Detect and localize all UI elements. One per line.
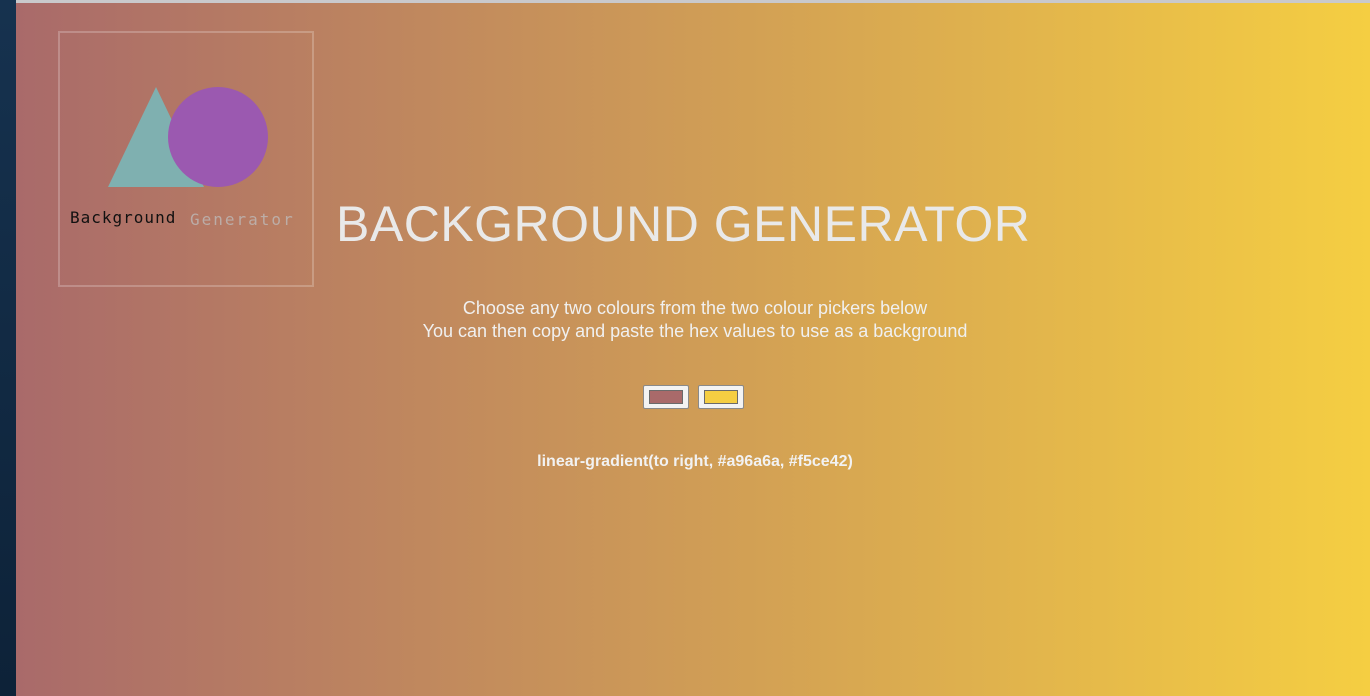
instructions-line-2: You can then copy and paste the hex valu… [422,321,968,341]
logo-word-generator: Generator [190,210,295,229]
color-picker-2[interactable] [698,385,744,409]
color-pickers [643,385,753,411]
logo-word-background: Background [70,208,177,227]
shapes-logo-icon [108,87,268,187]
instructions: Choose any two colours from the two colo… [16,297,1370,343]
instructions-line-1: Choose any two colours from the two colo… [462,298,928,318]
color-picker-1[interactable] [643,385,689,409]
color-swatch-2 [704,390,738,404]
gradient-css-output: linear-gradient(to right, #a96a6a, #f5ce… [537,453,853,470]
desktop-background-strip [0,0,16,696]
page-body: Background Generator BACKGROUND GENERATO… [16,3,1370,696]
circle-shape [168,87,268,187]
page-title: BACKGROUND GENERATOR [336,196,1031,252]
color-swatch-1 [649,390,683,404]
logo: Background Generator [58,31,314,287]
